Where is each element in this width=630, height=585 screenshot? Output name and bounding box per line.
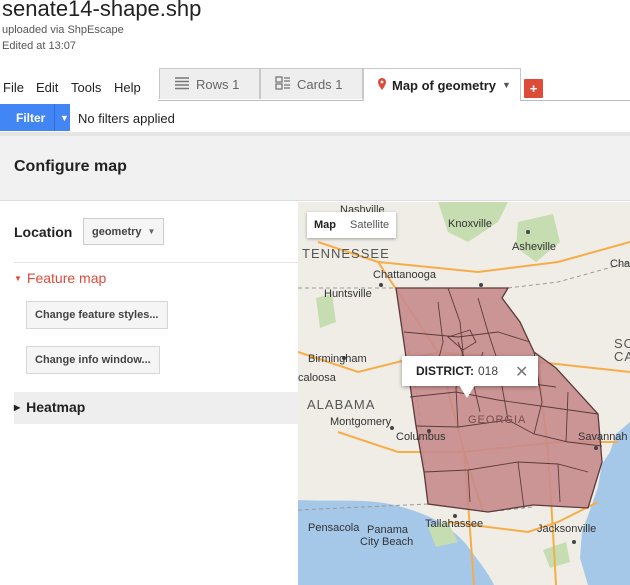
label-tennessee: TENNESSEE <box>302 246 390 261</box>
triangle-right-icon: ▶ <box>14 402 21 412</box>
map-type-control: Map Satellite <box>307 212 397 238</box>
label-panama: Panama <box>367 524 408 536</box>
label-alabama: ALABAMA <box>307 397 376 412</box>
map-type-satellite-button[interactable]: Satellite <box>343 212 396 238</box>
info-window-value: 018 <box>478 364 499 378</box>
rows-icon <box>174 76 190 93</box>
label-pensacola: Pensacola <box>308 522 360 534</box>
tab-map-label: Map of geometry <box>392 77 497 93</box>
feature-map-label: Feature map <box>26 270 107 286</box>
label-knoxville: Knoxville <box>448 218 493 230</box>
close-icon[interactable]: ✕ <box>515 362 528 382</box>
cards-icon <box>275 75 291 93</box>
filter-status: No filters applied <box>78 111 175 126</box>
menu-file[interactable]: File <box>3 80 24 95</box>
label-montgomery: Montgomery <box>330 416 392 428</box>
label-columbus: Columbus <box>396 431 446 443</box>
label-jacksonville: Jacksonville <box>537 523 597 535</box>
location-select[interactable]: geometry ▼ <box>83 218 164 245</box>
filter-button-label: Filter <box>16 110 46 125</box>
label-chattanooga: Chattanooga <box>373 269 436 281</box>
label-birmingham: Birmingham <box>308 353 367 365</box>
heatmap-label: Heatmap <box>26 399 86 415</box>
location-label: Location <box>14 224 73 240</box>
tab-rows[interactable]: Rows 1 <box>159 68 260 99</box>
document-title: senate14-shape.shp <box>2 0 202 21</box>
tab-map-of-geometry[interactable]: Map of geometry ▼ <box>363 68 521 101</box>
info-window-pointer <box>459 385 475 398</box>
location-select-value: geometry <box>92 225 142 238</box>
label-charlotte: Charlott <box>610 258 630 270</box>
tab-dropdown-chevron-icon[interactable]: ▼ <box>502 80 511 90</box>
edit-timestamp: Edited at 13:07 <box>2 40 77 52</box>
section-divider <box>14 262 298 263</box>
change-feature-styles-button[interactable]: Change feature styles... <box>26 301 168 329</box>
filter-dropdown-chevron-icon[interactable]: ▼ <box>55 113 69 123</box>
upload-source: uploaded via ShpEscape <box>2 24 124 36</box>
label-tallahassee: Tallahassee <box>425 518 484 530</box>
info-window-key: DISTRICT: <box>416 364 474 378</box>
label-city-beach: City Beach <box>360 536 414 548</box>
label-huntsville: Huntsville <box>324 288 372 300</box>
label-georgia: GEORGIA <box>468 414 527 426</box>
menu-tools[interactable]: Tools <box>71 80 101 95</box>
label-carolina: CARO <box>614 349 630 364</box>
menu-edit[interactable]: Edit <box>36 80 58 95</box>
label-tuscaloosa: caloosa <box>298 372 336 384</box>
change-info-window-button[interactable]: Change info window... <box>26 346 160 374</box>
heatmap-toggle[interactable]: ▶ Heatmap <box>14 399 85 415</box>
tab-rows-label: Rows 1 <box>196 76 240 92</box>
add-tab-button[interactable]: + <box>524 79 543 98</box>
feature-map-toggle[interactable]: ▼ Feature map <box>14 270 106 286</box>
map-pin-icon <box>378 77 386 93</box>
menu-help[interactable]: Help <box>114 80 141 95</box>
filter-button[interactable]: Filter ▼ <box>0 104 70 131</box>
chevron-down-icon: ▼ <box>147 227 156 236</box>
triangle-down-icon: ▼ <box>14 273 22 283</box>
label-savannah: Savannah <box>578 431 628 443</box>
tab-cards[interactable]: Cards 1 <box>260 68 363 99</box>
tab-cards-label: Cards 1 <box>297 76 343 92</box>
configure-title: Configure map <box>14 158 127 175</box>
label-asheville: Asheville <box>512 241 557 253</box>
map-type-map-button[interactable]: Map <box>307 212 343 238</box>
